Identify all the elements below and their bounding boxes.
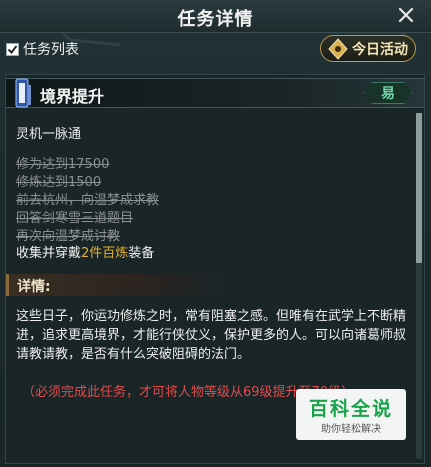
daily-activity-button[interactable]: 今日活动 [320, 35, 416, 62]
task-description: 这些日子，你运功修炼之时，常有阻塞之感。但唯有在武学上不断精进，追求更高境界，才… [16, 309, 407, 362]
title-bar: 任务详情 [0, 0, 431, 33]
task-list-toggle[interactable]: 任务列表 [6, 40, 79, 58]
completed-step: 修为达到17500 [16, 157, 110, 172]
current-step-suffix: 装备 [128, 246, 155, 261]
checkmark-icon [7, 44, 18, 54]
completed-step: 前去杭州，向温梦成求教 [16, 193, 160, 208]
watermark: 百科全说 助你轻松解决 [296, 389, 406, 440]
close-icon [398, 7, 414, 23]
completed-step: 回答剑寒雪三道题目 [16, 211, 134, 226]
scroll-thumb[interactable] [416, 113, 422, 263]
task-list-checkbox[interactable] [6, 42, 19, 56]
lantern-icon [328, 37, 348, 60]
details-heading-bar: 详情: [6, 274, 229, 296]
current-step: 收集并穿戴2件百炼装备 [16, 242, 154, 261]
watermark-title: 百科全说 [308, 398, 393, 420]
scroll-icon [15, 78, 31, 108]
task-header: 境界提升 易 [6, 78, 424, 108]
difficulty-badge: 易 [364, 82, 412, 104]
task-list-label: 任务列表 [23, 42, 79, 58]
task-subtitle: 灵机一脉通 [16, 127, 82, 142]
window-title: 任务详情 [177, 9, 254, 30]
scrollbar[interactable] [416, 113, 422, 459]
current-step-prefix: 收集并穿戴 [16, 246, 82, 261]
equipment-link[interactable]: 2件百炼 [81, 246, 128, 261]
daily-activity-label: 今日活动 [352, 41, 408, 58]
completed-step: 修炼达到1500 [16, 175, 102, 190]
close-button[interactable] [395, 4, 417, 26]
difficulty-label: 易 [381, 86, 395, 102]
task-title: 境界提升 [40, 87, 105, 106]
task-detail-window: 任务详情 任务列表 今日活动 境界提升 易 灵机一脉通 修为达到17500 修炼… [0, 0, 431, 467]
watermark-subtitle: 助你轻松解决 [321, 424, 381, 435]
details-heading: 详情: [17, 279, 51, 295]
